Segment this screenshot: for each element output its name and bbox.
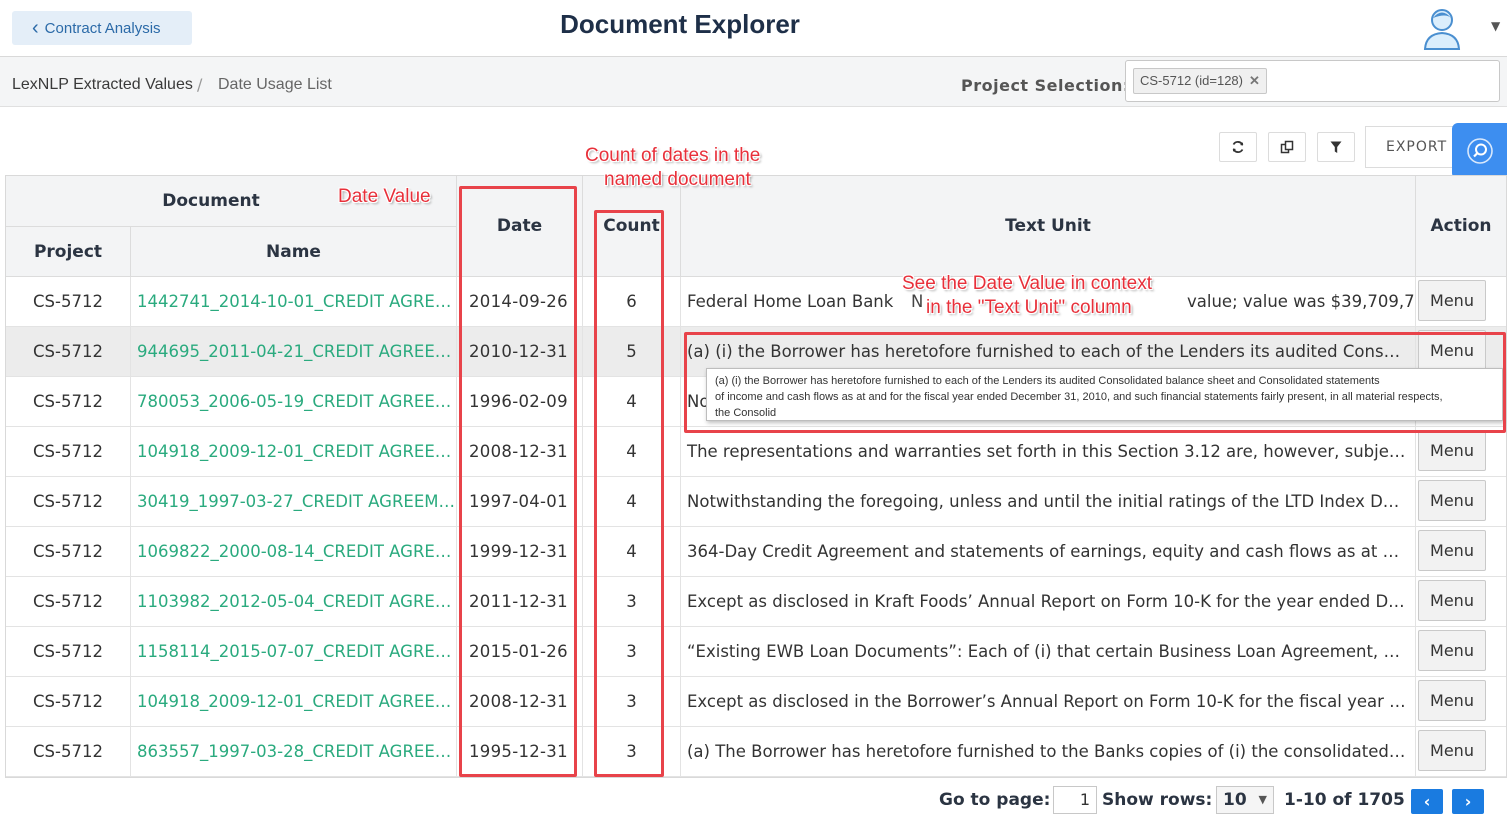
goto-page-label: Go to page: <box>939 790 1051 810</box>
annotation-count-line1: Count of dates in the <box>585 145 761 166</box>
annotation-date-value: Date Value <box>338 186 431 207</box>
header-action: Action <box>1416 176 1506 277</box>
cell-text-unit-tail: value; value was $39,709,77... <box>1187 277 1415 326</box>
cell-document-name-link[interactable]: 104918_2009-12-01_CREDIT AGREEMENT <box>131 427 457 476</box>
project-tag: CS-5712 (id=128) ✕ <box>1133 68 1267 94</box>
breadcrumb-item-lexnlp[interactable]: LexNLP Extracted Values <box>12 76 193 94</box>
cell-text-unit[interactable]: (a) The Borrower has heretofore furnishe… <box>681 727 1416 776</box>
rows-per-page-select[interactable]: 10 ▼ <box>1216 786 1274 814</box>
project-tag-label: CS-5712 (id=128) <box>1140 73 1243 88</box>
cell-text-unit[interactable]: Notwithstanding the foregoing, unless an… <box>681 477 1416 526</box>
prev-page-button[interactable]: ‹ <box>1411 789 1443 814</box>
cell-project: CS-5712 <box>6 577 131 626</box>
cell-text-unit[interactable]: The representations and warranties set f… <box>681 427 1416 476</box>
search-button[interactable] <box>1452 123 1507 179</box>
cell-document-name-link[interactable]: 1442741_2014-10-01_CREDIT AGREEMENT <box>131 277 457 326</box>
remove-tag-icon[interactable]: ✕ <box>1249 73 1260 88</box>
cell-action: Menu <box>1416 627 1506 676</box>
row-menu-button[interactable]: Menu <box>1418 680 1486 721</box>
table-row[interactable]: CS-5712 1069822_2000-08-14_CREDIT AGREEM… <box>6 527 1506 577</box>
cell-document-name-link[interactable]: 30419_1997-03-27_CREDIT AGREEMENT <box>131 477 457 526</box>
refresh-icon <box>1232 141 1244 153</box>
cell-document-name-link[interactable]: 780053_2006-05-19_CREDIT AGREEMENT <box>131 377 457 426</box>
search-icon <box>1466 138 1493 164</box>
cell-text-unit[interactable]: Except as disclosed in Kraft Foods’ Annu… <box>681 577 1416 626</box>
pagination-range: 1-10 of 1705 <box>1284 790 1405 810</box>
table-row[interactable]: CS-5712 1158114_2015-07-07_CREDIT AGREEM… <box>6 627 1506 677</box>
project-selection-label: Project Selection: <box>961 76 1130 95</box>
cell-text-unit-value: Federal Home Loan Bank <box>687 292 894 311</box>
cell-text-unit[interactable]: 364-Day Credit Agreement and statements … <box>681 527 1416 576</box>
cell-project: CS-5712 <box>6 627 131 676</box>
table-row[interactable]: CS-5712 863557_1997-03-28_CREDIT AGREEME… <box>6 727 1506 777</box>
cell-action: Menu <box>1416 477 1506 526</box>
filter-icon <box>1330 141 1342 153</box>
export-button[interactable]: EXPORT <box>1365 126 1465 168</box>
annotation-text-unit-box <box>684 332 1506 433</box>
table-row[interactable]: CS-5712 1103982_2012-05-04_CREDIT AGREEM… <box>6 577 1506 627</box>
annotation-count-line2: named document <box>604 169 751 190</box>
page-title: Document Explorer <box>560 9 800 39</box>
cell-action: Menu <box>1416 727 1506 776</box>
cell-project: CS-5712 <box>6 477 131 526</box>
date-usage-table: Document Project Name Date Count Text Un… <box>5 175 1507 778</box>
cell-project: CS-5712 <box>6 327 131 376</box>
cell-project: CS-5712 <box>6 727 131 776</box>
header-name[interactable]: Name <box>131 227 457 277</box>
cell-action: Menu <box>1416 277 1506 326</box>
table-row[interactable]: CS-5712 104918_2009-12-01_CREDIT AGREEME… <box>6 427 1506 477</box>
cell-document-name-link[interactable]: 1069822_2000-08-14_CREDIT AGREEMENT <box>131 527 457 576</box>
cell-project: CS-5712 <box>6 527 131 576</box>
row-menu-button[interactable]: Menu <box>1418 280 1486 321</box>
table-row[interactable]: CS-5712 30419_1997-03-27_CREDIT AGREEMEN… <box>6 477 1506 527</box>
copy-icon <box>1280 140 1294 154</box>
header-text-unit[interactable]: Text Unit <box>681 176 1416 277</box>
top-header: ‹ Contract Analysis Document Explorer ▼ <box>0 0 1507 57</box>
goto-page-input[interactable]: 1 <box>1053 786 1097 814</box>
annotation-count-box <box>594 210 664 777</box>
row-menu-button[interactable]: Menu <box>1418 580 1486 621</box>
cell-project: CS-5712 <box>6 427 131 476</box>
user-menu-caret-icon[interactable]: ▼ <box>1491 19 1500 33</box>
cell-action: Menu <box>1416 427 1506 476</box>
annotation-context-line1: See the Date Value in context <box>902 273 1152 294</box>
user-avatar-icon[interactable] <box>1422 4 1462 50</box>
row-menu-button[interactable]: Menu <box>1418 630 1486 671</box>
breadcrumb-item-date-usage: Date Usage List <box>218 76 332 93</box>
cell-action: Menu <box>1416 577 1506 626</box>
annotation-date-box <box>459 186 577 777</box>
cell-text-unit[interactable]: “Existing EWB Loan Documents”: Each of (… <box>681 627 1416 676</box>
breadcrumb-bar: LexNLP Extracted Values / Date Usage Lis… <box>0 57 1507 107</box>
breadcrumb-separator: / <box>197 75 203 94</box>
show-rows-label: Show rows: <box>1102 790 1213 810</box>
filter-button[interactable] <box>1317 132 1355 162</box>
cell-action: Menu <box>1416 677 1506 726</box>
cell-document-name-link[interactable]: 1103982_2012-05-04_CREDIT AGREEMENT <box>131 577 457 626</box>
cell-document-name-link[interactable]: 104918_2009-12-01_CREDIT AGREEMENT <box>131 677 457 726</box>
cell-document-name-link[interactable]: 944695_2011-04-21_CREDIT AGREEMENT <box>131 327 457 376</box>
table-row[interactable]: CS-5712 104918_2009-12-01_CREDIT AGREEME… <box>6 677 1506 727</box>
table-row[interactable]: CS-5712 1442741_2014-10-01_CREDIT AGREEM… <box>6 277 1506 327</box>
cell-action: Menu <box>1416 527 1506 576</box>
cell-project: CS-5712 <box>6 277 131 326</box>
row-menu-button[interactable]: Menu <box>1418 480 1486 521</box>
row-menu-button[interactable]: Menu <box>1418 430 1486 471</box>
row-menu-button[interactable]: Menu <box>1418 730 1486 771</box>
row-menu-button[interactable]: Menu <box>1418 530 1486 571</box>
copy-button[interactable] <box>1268 132 1306 162</box>
annotation-context-line2: in the "Text Unit" column <box>926 297 1132 318</box>
cell-document-name-link[interactable]: 1158114_2015-07-07_CREDIT AGREEMENT <box>131 627 457 676</box>
cell-document-name-link[interactable]: 863557_1997-03-28_CREDIT AGREEMENT <box>131 727 457 776</box>
header-project[interactable]: Project <box>6 227 131 277</box>
cell-project: CS-5712 <box>6 677 131 726</box>
cell-text-unit[interactable]: Except as disclosed in the Borrower’s An… <box>681 677 1416 726</box>
chevron-down-icon: ▼ <box>1258 793 1267 806</box>
next-page-button[interactable]: › <box>1452 789 1484 814</box>
cell-project: CS-5712 <box>6 377 131 426</box>
refresh-button[interactable] <box>1219 132 1257 162</box>
rows-per-page-value: 10 <box>1223 790 1247 810</box>
project-selection-input[interactable]: CS-5712 (id=128) ✕ <box>1125 60 1500 102</box>
